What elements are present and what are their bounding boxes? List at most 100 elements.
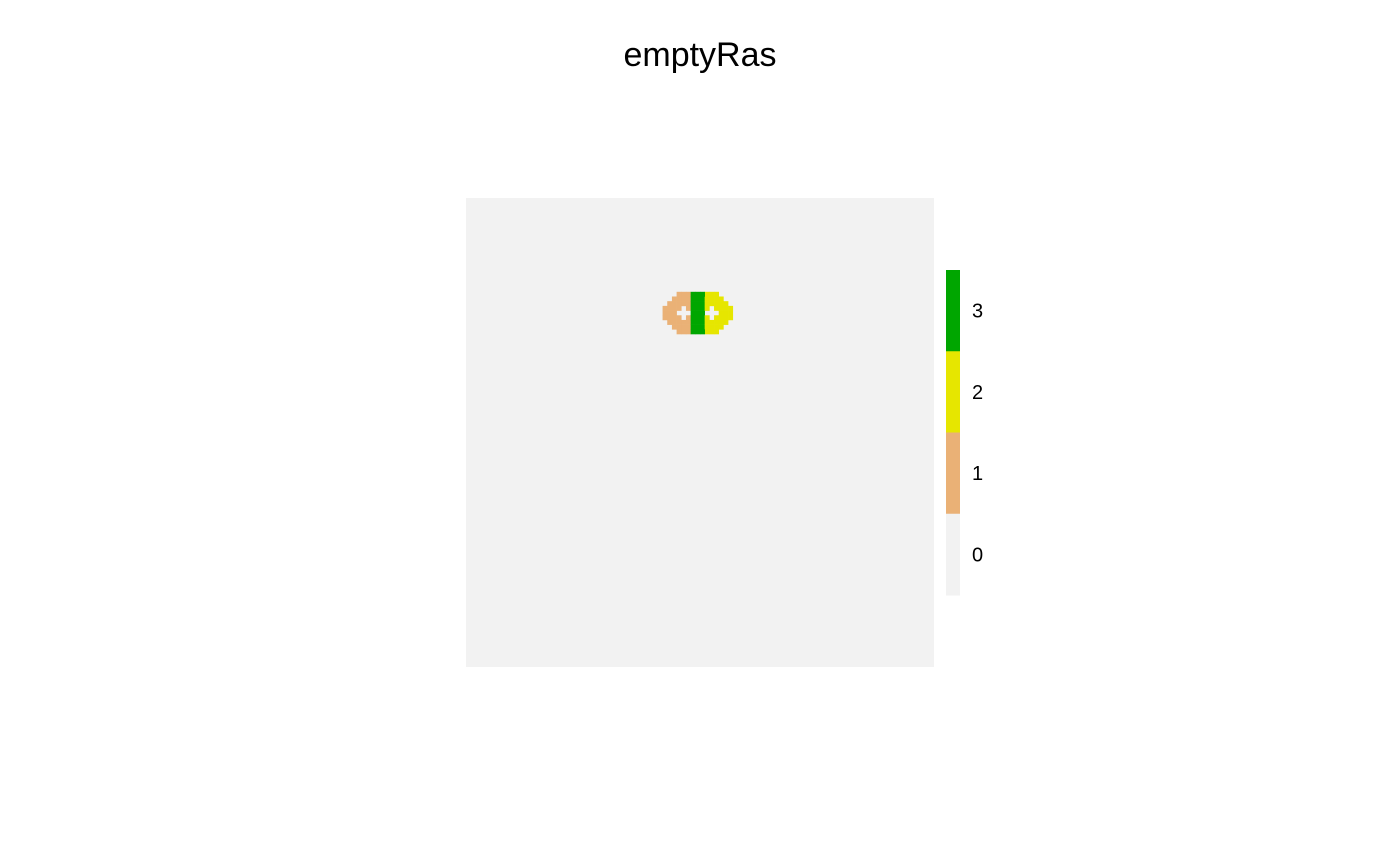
raster-cell-value-1 <box>685 305 691 311</box>
raster-cell-value-2 <box>704 315 710 321</box>
raster-cell-value-3 <box>700 291 705 297</box>
raster-cell-value-2 <box>704 329 710 335</box>
raster-cell-value-2 <box>704 319 710 325</box>
raster-cell-value-1 <box>671 324 677 330</box>
legend-swatch-0 <box>946 513 960 596</box>
raster-cell-value-1 <box>662 305 668 311</box>
raster-cell-value-1 <box>685 315 691 321</box>
raster-cell-value-3 <box>700 301 705 307</box>
raster-cell-value-2 <box>704 296 710 302</box>
raster-cell-value-2 <box>723 319 729 325</box>
raster-cell-value-3 <box>700 315 705 321</box>
raster-cell-value-1 <box>667 319 673 325</box>
raster-cell-value-1 <box>685 291 691 297</box>
raster-cell-value-1 <box>667 315 673 321</box>
raster-cell-value-3 <box>690 315 696 321</box>
raster-cell-value-2 <box>709 319 715 325</box>
raster-cell-value-2 <box>714 324 720 330</box>
raster-cell-value-2 <box>728 310 734 316</box>
raster-cell-value-2 <box>714 315 720 321</box>
raster-cell-value-1 <box>685 324 691 330</box>
raster-area <box>466 198 934 667</box>
raster-cell-value-1 <box>671 305 677 311</box>
raster-cell-value-1 <box>676 301 682 307</box>
raster-cell-value-3 <box>700 296 705 302</box>
raster-cell-value-1 <box>681 324 687 330</box>
raster-cell-value-1 <box>676 291 682 297</box>
legend-label-3: 3 <box>972 301 983 323</box>
raster-cell-value-2 <box>704 305 710 311</box>
raster-cell-value-1 <box>685 329 691 335</box>
raster-cell-value-1 <box>667 301 673 307</box>
raster-cell-value-3 <box>690 301 696 307</box>
legend-swatch-2 <box>946 351 960 433</box>
raster-cell-value-3 <box>700 305 705 311</box>
raster-cell-value-3 <box>695 310 701 316</box>
raster-background <box>466 198 934 667</box>
raster-cell-value-3 <box>690 310 696 316</box>
raster-plot: 3 2 1 0 <box>466 198 983 667</box>
raster-cell-value-1 <box>662 315 668 321</box>
raster-cell-value-3 <box>695 329 701 335</box>
raster-cell-value-3 <box>695 301 701 307</box>
raster-cell-value-1 <box>676 319 682 325</box>
raster-cell-value-2 <box>714 301 720 307</box>
raster-cell-value-1 <box>671 301 677 307</box>
raster-cell-value-1 <box>681 329 687 335</box>
raster-cell-value-1 <box>681 301 687 307</box>
raster-cell-value-2 <box>728 305 734 311</box>
raster-cell-value-2 <box>718 296 724 302</box>
raster-cell-value-1 <box>676 329 682 335</box>
raster-cell-value-1 <box>676 305 682 311</box>
legend-label-1: 1 <box>972 463 983 485</box>
raster-cell-value-1 <box>676 315 682 321</box>
raster-cell-value-1 <box>685 301 691 307</box>
raster-cell-value-2 <box>704 291 710 297</box>
raster-cell-value-1 <box>681 319 687 325</box>
raster-cell-value-2 <box>709 329 715 335</box>
raster-cell-value-2 <box>709 324 715 330</box>
raster-cell-value-2 <box>709 291 715 297</box>
raster-cell-value-1 <box>662 310 668 316</box>
raster-cell-value-3 <box>700 324 705 330</box>
raster-cell-value-2 <box>718 310 724 316</box>
raster-cell-value-3 <box>690 319 696 325</box>
raster-cell-value-3 <box>700 329 705 335</box>
raster-cell-value-3 <box>700 319 705 325</box>
raster-cell-value-3 <box>695 291 701 297</box>
raster-cell-value-3 <box>690 305 696 311</box>
raster-cell-value-2 <box>714 329 720 335</box>
raster-cell-value-2 <box>718 305 724 311</box>
raster-cell-value-2 <box>728 315 734 321</box>
raster-cell-value-1 <box>681 296 687 302</box>
raster-cell-value-2 <box>709 301 715 307</box>
raster-cell-value-3 <box>690 291 696 297</box>
legend-swatch-1 <box>946 432 960 515</box>
raster-cell-value-3 <box>700 310 705 316</box>
raster-cell-value-3 <box>695 315 701 321</box>
raster-cell-value-2 <box>704 301 710 307</box>
raster-cell-value-1 <box>681 291 687 297</box>
raster-cell-value-2 <box>714 319 720 325</box>
raster-cell-value-2 <box>714 296 720 302</box>
legend-swatch-3 <box>946 270 960 352</box>
raster-cell-value-3 <box>695 324 701 330</box>
raster-cell-value-2 <box>718 324 724 330</box>
raster-cell-value-1 <box>671 310 677 316</box>
raster-cell-value-3 <box>690 296 696 302</box>
raster-cell-value-2 <box>718 315 724 321</box>
raster-cell-value-2 <box>718 319 724 325</box>
raster-cell-value-2 <box>723 310 729 316</box>
raster-cell-value-2 <box>718 301 724 307</box>
raster-cell-value-3 <box>690 324 696 330</box>
raster-cell-value-2 <box>714 291 720 297</box>
raster-cell-value-3 <box>695 296 701 302</box>
legend: 3 2 1 0 <box>946 270 983 596</box>
raster-cell-value-1 <box>676 296 682 302</box>
raster-cell-value-2 <box>714 305 720 311</box>
raster-cell-value-1 <box>676 324 682 330</box>
raster-cell-value-2 <box>704 324 710 330</box>
raster-cell-value-1 <box>667 305 673 311</box>
raster-cell-value-2 <box>709 296 715 302</box>
raster-cell-value-1 <box>685 319 691 325</box>
